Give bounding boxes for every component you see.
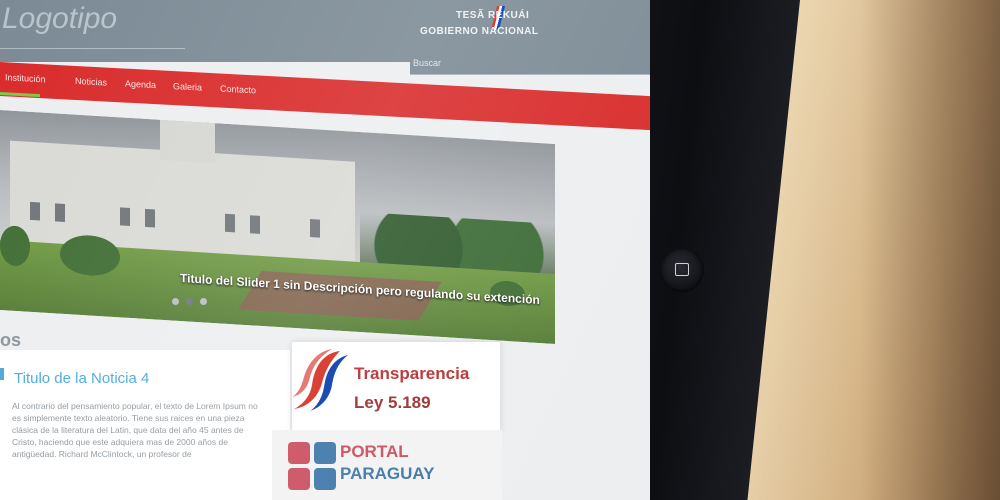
site-header: Logotipo TESÃ RÉKUÁI GOBIERNO NACIONAL: [0, 0, 650, 62]
search-input[interactable]: Buscar: [410, 56, 650, 75]
palace-window: [250, 215, 260, 234]
slider-dot[interactable]: [200, 298, 207, 305]
logo-underline: [0, 48, 185, 49]
section-title: os: [0, 330, 22, 350]
site-logo[interactable]: Logotipo: [2, 2, 117, 36]
image-slider[interactable]: Titulo del Slider 1 sin Descripción pero…: [0, 110, 555, 344]
transparencia-logo-icon: [292, 349, 348, 411]
transparencia-law: Ley 5.189: [354, 393, 431, 412]
phone-icon: [288, 468, 310, 490]
palace-window: [225, 213, 235, 233]
portal-line1: PORTAL: [340, 442, 409, 461]
news-title-link[interactable]: Titulo de la Noticia 4: [14, 370, 149, 387]
news-body: Al contrario del pensamiento popular, el…: [12, 401, 258, 459]
gov-line1: TESÃ RÉKUÁI: [456, 10, 530, 21]
chat-icon: [288, 442, 310, 464]
nav-item-contacto[interactable]: Contacto: [220, 84, 256, 96]
home-button[interactable]: [660, 248, 704, 292]
home-square-icon: [675, 263, 689, 276]
palace-window: [145, 208, 155, 228]
bush: [0, 225, 30, 267]
person-icon: [314, 442, 336, 464]
palace-window: [310, 218, 320, 238]
tablet-screen: Logotipo TESÃ RÉKUÁI GOBIERNO NACIONAL B…: [0, 0, 650, 500]
portal-line2: PARAGUAY: [340, 464, 435, 483]
news-marker-icon: [0, 368, 4, 380]
nav-item-galeria[interactable]: Galeria: [173, 81, 202, 93]
transparencia-title: Transparencia: [354, 364, 470, 383]
search-label: Buscar: [413, 58, 442, 68]
document-icon: [314, 468, 336, 490]
palace-window: [30, 201, 40, 221]
nav-active-indicator: [0, 92, 40, 98]
government-logo[interactable]: TESÃ RÉKUÁI GOBIERNO NACIONAL: [420, 6, 580, 46]
hand-shadow: [860, 0, 1000, 500]
slider-dot[interactable]: [172, 298, 179, 305]
slider-dot-active[interactable]: [186, 298, 193, 305]
palace-window: [55, 203, 65, 222]
nav-item-agenda[interactable]: Agenda: [125, 79, 156, 91]
palace-tower: [160, 119, 215, 164]
nav-item-noticias[interactable]: Noticias: [75, 76, 107, 88]
photo-scene: Logotipo TESÃ RÉKUÁI GOBIERNO NACIONAL B…: [0, 0, 1000, 500]
palace-window: [120, 207, 130, 226]
nav-item-institucion[interactable]: Institución: [5, 72, 46, 84]
gov-line2: GOBIERNO NACIONAL: [420, 26, 539, 37]
